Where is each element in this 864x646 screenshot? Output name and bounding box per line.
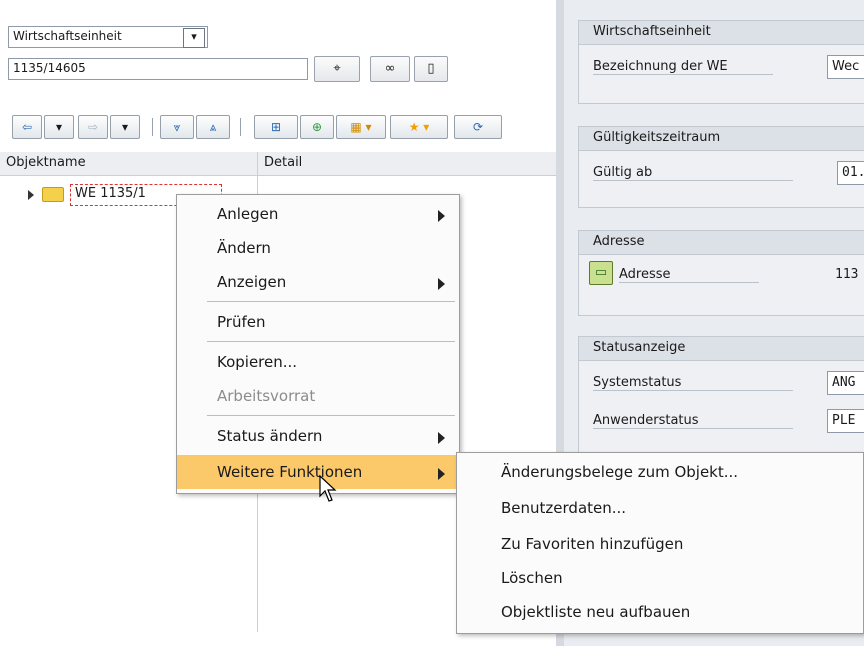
menu-item-label: Prüfen bbox=[217, 313, 266, 331]
group-statusanzeige: Statusanzeige Systemstatus ANG Anwenders… bbox=[578, 336, 864, 456]
menu-item-aendern[interactable]: Ändern bbox=[177, 231, 459, 265]
expand-arrow-icon[interactable] bbox=[28, 190, 34, 200]
menu-separator bbox=[207, 415, 455, 416]
submenu-arrow-icon bbox=[438, 210, 445, 222]
submenu-item-aenderungsbelege[interactable]: Änderungsbelege zum Objekt... bbox=[457, 455, 863, 489]
collapse-icon: ⩓ bbox=[209, 120, 217, 134]
menu-item-arbeitsvorrat: Arbeitsvorrat bbox=[177, 379, 459, 413]
hierarchy-icon: ⊕ bbox=[311, 120, 323, 134]
find-button[interactable]: ⊞ bbox=[254, 115, 298, 139]
group-gueltigkeitszeitraum: Gültigkeitszeitraum Gültig ab 01. bbox=[578, 126, 864, 208]
glasses-display-button[interactable]: ∞ bbox=[370, 56, 410, 82]
forward-dropdown-button[interactable]: ▾ bbox=[110, 115, 140, 139]
mouse-cursor-icon bbox=[319, 474, 337, 502]
submenu-arrow-icon bbox=[438, 278, 445, 290]
new-document-button[interactable]: ▯ bbox=[414, 56, 448, 82]
address-icon: ▭ bbox=[594, 265, 608, 280]
binoculars-icon: ⊞ bbox=[270, 120, 282, 134]
anwenderstatus-field[interactable]: PLE bbox=[827, 409, 864, 433]
object-type-select[interactable]: Wirtschaftseinheit ▾ bbox=[8, 26, 208, 48]
object-type-select-value: Wirtschaftseinheit bbox=[13, 29, 122, 43]
back-dropdown-button[interactable]: ▾ bbox=[44, 115, 74, 139]
address-button[interactable]: ▭ bbox=[589, 261, 613, 285]
dropdown-icon: ▾ bbox=[121, 120, 129, 134]
submenu-weitere-funktionen: Änderungsbelege zum Objekt... Benutzerda… bbox=[456, 452, 864, 634]
menu-separator bbox=[207, 301, 455, 302]
group-title: Adresse bbox=[579, 231, 864, 255]
binoculars-icon: ⌖ bbox=[333, 61, 341, 76]
star-icon: ★ ▾ bbox=[408, 120, 430, 134]
submenu-arrow-icon bbox=[438, 468, 445, 480]
group-title: Gültigkeitszeitraum bbox=[579, 127, 864, 151]
grid-icon: ▦ ▾ bbox=[350, 120, 372, 134]
submenu-item-objektliste[interactable]: Objektliste neu aufbauen bbox=[457, 595, 863, 629]
field-label: Systemstatus bbox=[593, 375, 793, 391]
bezeichnung-field[interactable]: Wec bbox=[827, 55, 864, 79]
glasses-icon: ∞ bbox=[384, 61, 396, 76]
group-wirtschaftseinheit: Wirtschaftseinheit Bezeichnung der WE We… bbox=[578, 20, 864, 104]
menu-item-label: Anlegen bbox=[217, 205, 279, 223]
menu-item-label: Weitere Funktionen bbox=[217, 463, 363, 481]
field-label: Bezeichnung der WE bbox=[593, 59, 773, 75]
menu-item-label: Kopieren... bbox=[217, 353, 298, 371]
expand-all-button[interactable]: ⩔ bbox=[160, 115, 194, 139]
collapse-all-button[interactable]: ⩓ bbox=[196, 115, 230, 139]
toolbar-separator bbox=[152, 118, 153, 136]
group-title: Statusanzeige bbox=[579, 337, 864, 361]
field-label: Adresse bbox=[619, 267, 759, 283]
column-header-detail[interactable]: Detail bbox=[258, 152, 556, 176]
chevron-down-icon[interactable]: ▾ bbox=[183, 28, 205, 48]
group-title: Wirtschaftseinheit bbox=[579, 21, 864, 45]
menu-item-label: Arbeitsvorrat bbox=[217, 387, 316, 405]
column-header-objektname[interactable]: Objektname bbox=[0, 152, 258, 176]
submenu-item-benutzerdaten[interactable]: Benutzerdaten... bbox=[457, 491, 863, 525]
dropdown-icon: ▾ bbox=[55, 120, 63, 134]
gueltig-ab-field[interactable]: 01. bbox=[837, 161, 864, 185]
field-label: Anwenderstatus bbox=[593, 413, 793, 429]
submenu-item-loeschen[interactable]: Löschen bbox=[457, 561, 863, 595]
context-menu: Anlegen Ändern Anzeigen Prüfen Kopieren.… bbox=[176, 194, 460, 494]
group-adresse: Adresse ▭ Adresse 113 bbox=[578, 230, 864, 316]
submenu-arrow-icon bbox=[438, 432, 445, 444]
favorites-button[interactable]: ★ ▾ bbox=[390, 115, 448, 139]
expand-icon: ⩔ bbox=[173, 120, 181, 134]
field-label: Gültig ab bbox=[593, 165, 793, 181]
back-button[interactable]: ⇦ bbox=[12, 115, 42, 139]
refresh-button[interactable]: ⟳ bbox=[454, 115, 502, 139]
menu-item-label: Anzeigen bbox=[217, 273, 287, 291]
menu-item-status-aendern[interactable]: Status ändern bbox=[177, 419, 459, 453]
arrow-left-icon: ⇦ bbox=[21, 120, 33, 134]
document-icon: ▯ bbox=[427, 61, 435, 76]
folder-icon bbox=[42, 187, 64, 202]
layout-button[interactable]: ▦ ▾ bbox=[336, 115, 386, 139]
menu-separator bbox=[207, 341, 455, 342]
search-binoculars-button[interactable]: ⌖ bbox=[314, 56, 360, 82]
toolbar-separator bbox=[240, 118, 241, 136]
refresh-icon: ⟳ bbox=[472, 120, 484, 134]
menu-item-anzeigen[interactable]: Anzeigen bbox=[177, 265, 459, 299]
arrow-right-icon: ⇨ bbox=[87, 120, 99, 134]
menu-item-label: Ändern bbox=[217, 239, 271, 257]
submenu-item-favoriten[interactable]: Zu Favoriten hinzufügen bbox=[457, 527, 863, 561]
systemstatus-field[interactable]: ANG bbox=[827, 371, 864, 395]
forward-button[interactable]: ⇨ bbox=[78, 115, 108, 139]
menu-item-anlegen[interactable]: Anlegen bbox=[177, 197, 459, 231]
hierarchy-button[interactable]: ⊕ bbox=[300, 115, 334, 139]
object-number-input[interactable]: 1135/14605 bbox=[8, 58, 308, 80]
menu-item-pruefen[interactable]: Prüfen bbox=[177, 305, 459, 339]
menu-item-kopieren[interactable]: Kopieren... bbox=[177, 345, 459, 379]
menu-item-label: Status ändern bbox=[217, 427, 323, 445]
address-value: 113 bbox=[835, 267, 859, 282]
